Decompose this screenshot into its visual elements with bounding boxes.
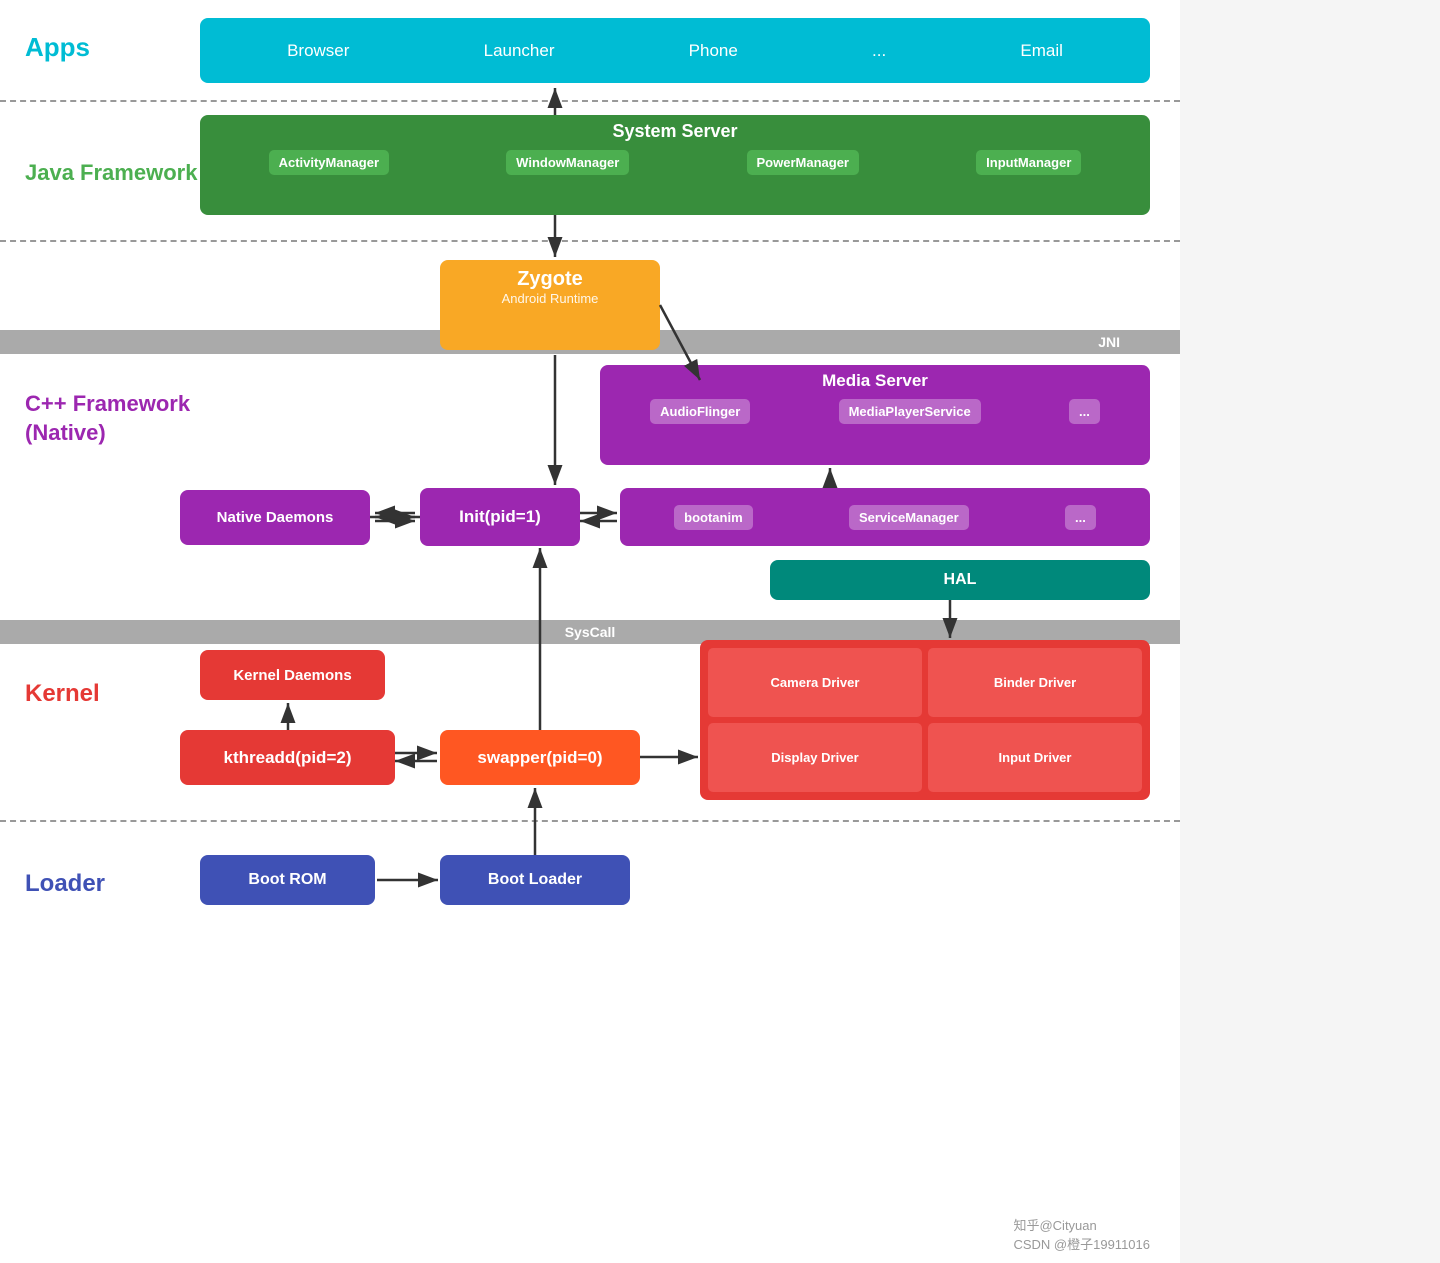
system-server-container: System Server ActivityManager WindowMana…	[200, 115, 1150, 215]
activity-manager: ActivityManager	[269, 150, 389, 175]
app-email: Email	[1020, 41, 1063, 61]
media-player-service: MediaPlayerService	[839, 399, 981, 424]
boot-rom-box: Boot ROM	[200, 855, 375, 905]
input-driver: Input Driver	[928, 723, 1142, 792]
dashed-divider-4	[0, 820, 1180, 822]
boot-loader-box: Boot Loader	[440, 855, 630, 905]
binder-driver: Binder Driver	[928, 648, 1142, 717]
kernel-label: Kernel	[25, 680, 100, 708]
java-framework-label: Java Framework	[25, 160, 197, 186]
jni-label: JNI	[1098, 334, 1120, 350]
native-daemons-box: Native Daemons	[180, 490, 370, 545]
services-container: bootanim ServiceManager ...	[620, 488, 1150, 546]
services-ellipsis: ...	[1065, 505, 1096, 530]
kthreadd-box: kthreadd(pid=2)	[180, 730, 395, 785]
cpp-framework-label: C++ Framework(Native)	[25, 390, 190, 447]
watermark: 知乎@CityuanCSDN @橙子19911016	[1013, 1215, 1150, 1253]
app-launcher: Launcher	[484, 41, 555, 61]
camera-driver: Camera Driver	[708, 648, 922, 717]
drivers-container: Camera Driver Binder Driver Display Driv…	[700, 640, 1150, 800]
service-manager: ServiceManager	[849, 505, 969, 530]
media-server-ellipsis: ...	[1069, 399, 1100, 424]
dashed-divider-2	[0, 240, 1180, 242]
audio-flinger: AudioFlinger	[650, 399, 750, 424]
swapper-box: swapper(pid=0)	[440, 730, 640, 785]
media-server-container: Media Server AudioFlinger MediaPlayerSer…	[600, 365, 1150, 465]
app-browser: Browser	[287, 41, 349, 61]
zygote-box: Zygote Android Runtime	[440, 260, 660, 350]
loader-label: Loader	[25, 870, 105, 898]
input-manager: InputManager	[976, 150, 1081, 175]
media-server-title: Media Server	[600, 365, 1150, 395]
window-manager: WindowManager	[506, 150, 629, 175]
power-manager: PowerManager	[747, 150, 859, 175]
hal-box: HAL	[770, 560, 1150, 600]
syscall-label: SysCall	[565, 624, 616, 640]
app-phone: Phone	[689, 41, 738, 61]
kernel-daemons-box: Kernel Daemons	[200, 650, 385, 700]
zygote-title: Zygote	[440, 260, 660, 291]
dashed-divider-1	[0, 100, 1180, 102]
bootanim: bootanim	[674, 505, 753, 530]
init-box: Init(pid=1)	[420, 488, 580, 546]
apps-container: Browser Launcher Phone ... Email	[200, 18, 1150, 83]
apps-layer-label: Apps	[25, 32, 90, 63]
app-ellipsis: ...	[872, 41, 886, 61]
system-server-title: System Server	[200, 115, 1150, 146]
display-driver: Display Driver	[708, 723, 922, 792]
android-runtime: Android Runtime	[440, 291, 660, 312]
